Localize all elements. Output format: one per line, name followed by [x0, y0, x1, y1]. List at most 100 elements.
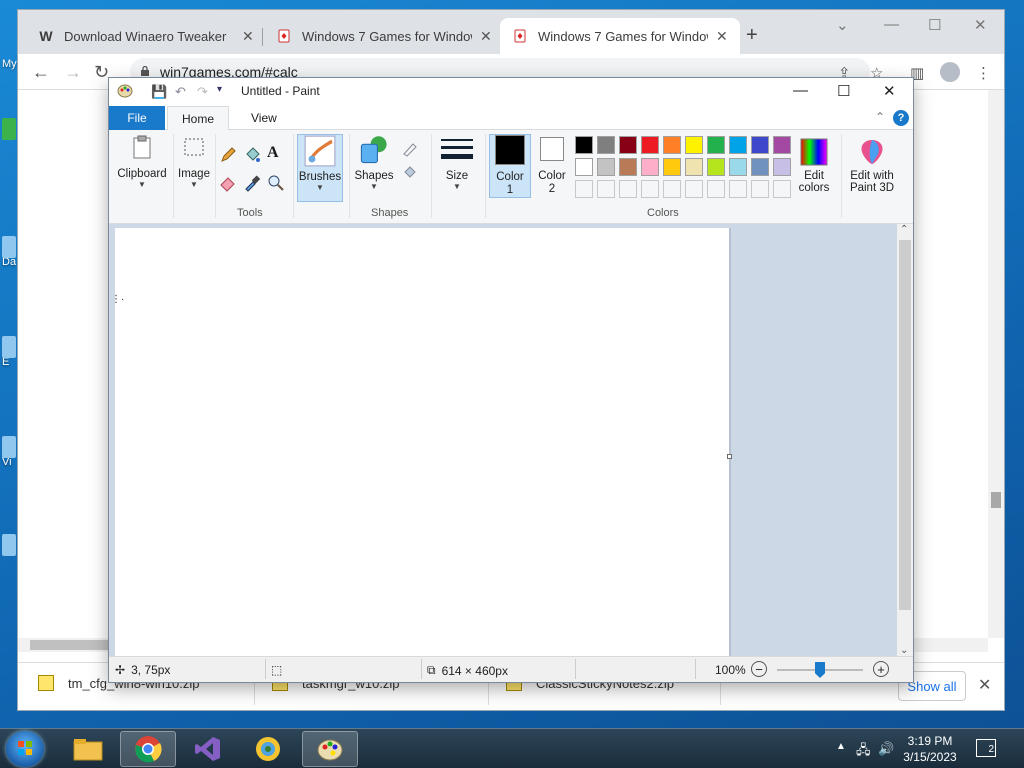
- tab-winaero[interactable]: W Download Winaero Tweaker ✕: [26, 18, 266, 54]
- palette-swatch[interactable]: [597, 180, 615, 198]
- palette-swatch[interactable]: [663, 158, 681, 176]
- palette-swatch[interactable]: [641, 158, 659, 176]
- palette-swatch[interactable]: [575, 158, 593, 176]
- notification-icon[interactable]: 2: [976, 739, 996, 757]
- palette-swatch[interactable]: [707, 180, 725, 198]
- redo-icon[interactable]: ↷: [197, 84, 208, 100]
- palette-swatch[interactable]: [597, 136, 615, 154]
- zoom-slider-thumb[interactable]: [815, 662, 825, 678]
- palette-swatch[interactable]: [685, 136, 703, 154]
- tab-win7games-2[interactable]: Windows 7 Games for Windows ✕: [500, 18, 740, 54]
- desktop-shortcut-icon[interactable]: [2, 534, 16, 556]
- back-icon[interactable]: ←: [32, 62, 50, 83]
- palette-swatch[interactable]: [729, 180, 747, 198]
- new-tab-button[interactable]: +: [746, 24, 758, 47]
- palette-swatch[interactable]: [729, 136, 747, 154]
- save-icon[interactable]: 💾: [151, 84, 167, 100]
- taskbar-chrome[interactable]: [120, 731, 176, 767]
- palette-swatch[interactable]: [707, 158, 725, 176]
- tab-view[interactable]: View: [237, 106, 291, 130]
- close-icon[interactable]: ✕: [974, 16, 987, 34]
- paint-app-icon[interactable]: [117, 83, 133, 99]
- outline-icon[interactable]: [401, 140, 419, 158]
- palette-swatch[interactable]: [751, 180, 769, 198]
- tab-search-icon[interactable]: ⌄: [836, 16, 849, 34]
- palette-swatch[interactable]: [663, 136, 681, 154]
- reload-icon[interactable]: ↻: [94, 62, 109, 83]
- minimize-icon[interactable]: —: [884, 16, 899, 33]
- menu-kebab-icon[interactable]: ⋮: [976, 64, 991, 82]
- minimize-icon[interactable]: —: [793, 82, 808, 99]
- palette-swatch[interactable]: [641, 180, 659, 198]
- zoom-in-button[interactable]: +: [873, 661, 889, 677]
- desktop-shortcut-icon[interactable]: [2, 336, 16, 358]
- taskbar-visual-studio[interactable]: [180, 731, 236, 767]
- tab-home[interactable]: Home: [167, 106, 230, 130]
- color2-button[interactable]: Color 2: [531, 134, 573, 198]
- scrollbar-thumb[interactable]: [30, 640, 116, 650]
- start-button[interactable]: [6, 731, 44, 767]
- scroll-down-icon[interactable]: ⌄: [900, 645, 908, 656]
- desktop-shortcut-icon[interactable]: [2, 118, 16, 140]
- clipboard-button[interactable]: Clipboard ▼: [113, 134, 171, 202]
- edit-colors-button[interactable]: Edit colors: [791, 134, 837, 202]
- desktop-shortcut-icon[interactable]: [2, 436, 16, 458]
- desktop-shortcut-icon[interactable]: [2, 236, 16, 258]
- shapes-button[interactable]: Shapes ▼: [351, 134, 397, 202]
- collapse-ribbon-icon[interactable]: ⌃: [875, 110, 885, 124]
- clock[interactable]: 3:19 PM 3/15/2023: [898, 733, 962, 765]
- taskbar-app[interactable]: [240, 731, 296, 767]
- taskbar-paint[interactable]: [302, 731, 358, 767]
- palette-swatch[interactable]: [597, 158, 615, 176]
- palette-swatch[interactable]: [685, 180, 703, 198]
- page-vertical-scrollbar[interactable]: [988, 90, 1004, 638]
- palette-swatch[interactable]: [663, 180, 681, 198]
- network-icon[interactable]: 🖧: [856, 741, 871, 763]
- scroll-up-icon[interactable]: ⌃: [900, 224, 908, 235]
- brushes-button[interactable]: Brushes ▼: [297, 134, 343, 202]
- tab-close-icon[interactable]: ✕: [242, 28, 254, 45]
- image-button[interactable]: Image ▼: [175, 134, 213, 202]
- close-download-bar-icon[interactable]: ✕: [978, 675, 991, 695]
- tab-win7games-1[interactable]: Windows 7 Games for Windows ✕: [264, 18, 504, 54]
- forward-icon[interactable]: →: [64, 62, 82, 83]
- palette-swatch[interactable]: [773, 180, 791, 198]
- text-tool-icon[interactable]: A: [267, 144, 285, 162]
- lock-icon[interactable]: [140, 66, 150, 76]
- palette-swatch[interactable]: [575, 136, 593, 154]
- palette-swatch[interactable]: [773, 136, 791, 154]
- palette-swatch[interactable]: [751, 136, 769, 154]
- maximize-icon[interactable]: ☐: [928, 16, 941, 34]
- palette-swatch[interactable]: [751, 158, 769, 176]
- tab-file[interactable]: File: [109, 106, 165, 130]
- color-picker-icon[interactable]: [243, 174, 261, 192]
- volume-icon[interactable]: 🔊: [878, 741, 894, 757]
- taskbar-explorer[interactable]: [60, 731, 116, 767]
- scrollbar-thumb[interactable]: [899, 240, 911, 610]
- size-button[interactable]: Size ▼: [437, 134, 477, 202]
- tab-close-icon[interactable]: ✕: [480, 28, 492, 45]
- show-hidden-icons[interactable]: ▲: [836, 741, 846, 752]
- magnifier-icon[interactable]: [267, 174, 285, 192]
- palette-swatch[interactable]: [619, 180, 637, 198]
- help-icon[interactable]: ?: [893, 110, 909, 126]
- palette-swatch[interactable]: [707, 136, 725, 154]
- fill-bucket-icon[interactable]: [243, 146, 261, 164]
- desktop-icon-label[interactable]: My: [2, 58, 17, 70]
- palette-swatch[interactable]: [575, 180, 593, 198]
- fill-icon[interactable]: [401, 164, 419, 182]
- customize-qat-icon[interactable]: ▾: [217, 84, 222, 95]
- scrollbar-thumb[interactable]: [991, 492, 1001, 508]
- maximize-icon[interactable]: ☐: [837, 82, 850, 100]
- pencil-icon[interactable]: [219, 146, 237, 164]
- tab-close-icon[interactable]: ✕: [716, 28, 728, 45]
- zoom-out-button[interactable]: −: [751, 661, 767, 677]
- palette-swatch[interactable]: [729, 158, 747, 176]
- undo-icon[interactable]: ↶: [175, 84, 186, 100]
- paint3d-button[interactable]: Edit with Paint 3D: [845, 134, 899, 202]
- palette-swatch[interactable]: [619, 158, 637, 176]
- profile-avatar[interactable]: [940, 62, 960, 82]
- drawing-canvas[interactable]: [115, 228, 729, 658]
- eraser-icon[interactable]: [219, 174, 237, 192]
- canvas-vertical-scrollbar[interactable]: ⌃ ⌄: [897, 224, 913, 656]
